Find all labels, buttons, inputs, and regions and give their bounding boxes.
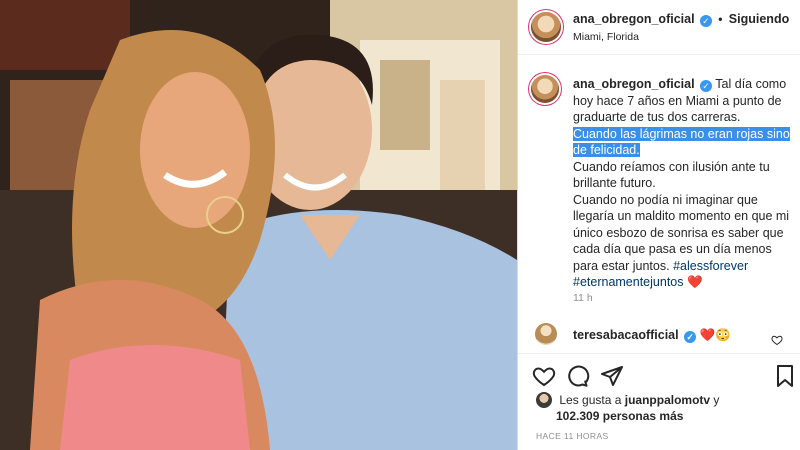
likes-count[interactable]: 102.309 — [556, 409, 599, 423]
liker-avatar[interactable] — [536, 392, 552, 408]
caption-author-avatar[interactable] — [531, 75, 559, 103]
heart-emoji: ❤️ — [686, 275, 703, 289]
post-sidebar: ana_obregon_oficial ✓ • Siguiendo Miami,… — [517, 0, 800, 450]
comment-emojis: ❤️😳 — [699, 328, 731, 342]
caption-time-ago[interactable]: 11 h — [573, 292, 593, 304]
author-avatar[interactable] — [531, 12, 561, 42]
comment-like-icon[interactable] — [771, 334, 783, 346]
post-actions — [518, 353, 800, 393]
post-header: ana_obregon_oficial ✓ • Siguiendo Miami,… — [518, 0, 800, 55]
comment-content: teresabacaofficial ✓ ❤️😳 — [573, 328, 731, 343]
comment-icon[interactable] — [566, 364, 590, 388]
caption-highlighted-text: Cuando las lágrimas no eran rojas sino d… — [573, 126, 790, 157]
commenter-username[interactable]: teresabacaofficial — [573, 328, 679, 342]
share-icon[interactable] — [600, 364, 624, 388]
post-photo[interactable] — [0, 0, 517, 450]
likes-prefix: Les gusta a — [559, 393, 622, 407]
verified-icon: ✓ — [699, 15, 712, 27]
caption-line-2: Cuando reíamos con ilusión ante tu brill… — [573, 159, 770, 191]
likes-and: y — [713, 393, 720, 407]
hashtag-eternamentejuntos[interactable]: #eternamentejuntos — [573, 275, 684, 289]
liker-username[interactable]: juanppalomotv — [625, 393, 710, 407]
comment-row: teresabacaofficial ✓ ❤️😳 — [518, 320, 800, 350]
likes-suffix[interactable]: personas más — [603, 409, 684, 423]
author-username[interactable]: ana_obregon_oficial — [573, 12, 695, 26]
hashtag-alessforever[interactable]: #alessforever — [673, 259, 748, 273]
caption-text: ana_obregon_oficial ✓ Tal día como hoy h… — [573, 76, 793, 291]
separator-dot: • — [718, 12, 723, 26]
post-timestamp[interactable]: HACE 11 HORAS — [536, 431, 609, 441]
heart-icon[interactable] — [532, 364, 556, 388]
header-top-line: ana_obregon_oficial ✓ • Siguiendo — [573, 12, 789, 27]
caption-verified-icon: ✓ — [700, 80, 713, 92]
commenter-avatar[interactable] — [535, 323, 557, 345]
caption-username[interactable]: ana_obregon_oficial — [573, 77, 695, 91]
following-button[interactable]: Siguiendo — [729, 12, 789, 26]
bookmark-icon[interactable] — [773, 364, 797, 388]
photo-illustration — [0, 0, 517, 450]
commenter-verified-icon: ✓ — [684, 331, 697, 343]
post-location[interactable]: Miami, Florida — [573, 31, 639, 43]
likes-summary: Les gusta a juanppalomotv y 102.309 pers… — [536, 392, 786, 424]
